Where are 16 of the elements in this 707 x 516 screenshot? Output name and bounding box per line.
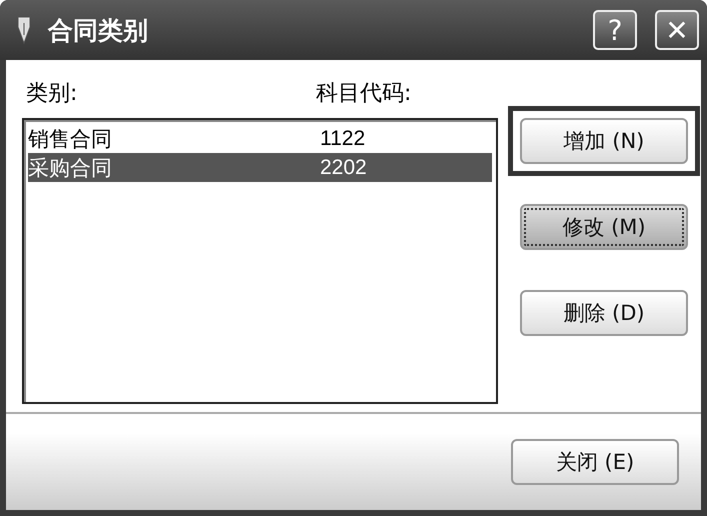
- close-dialog-button[interactable]: 关闭 (E): [511, 439, 679, 485]
- action-button[interactable]: 增加 (N): [520, 118, 688, 164]
- column-label: 科目代码:: [316, 80, 412, 108]
- column-label: 类别:: [25, 80, 78, 108]
- category-list[interactable]: 销售合同 1122 采购合同 2202: [22, 118, 498, 404]
- window-title: 合同类别: [48, 14, 148, 46]
- list-row[interactable]: 销售合同 1122: [28, 124, 492, 153]
- action-button[interactable]: 删除 (D): [520, 290, 688, 336]
- action-button[interactable]: 修改 (M): [520, 204, 688, 250]
- category-name: 销售合同: [28, 126, 113, 152]
- account-code: 2202: [320, 156, 367, 180]
- list-row[interactable]: 采购合同 2202: [28, 153, 492, 182]
- title-bar-button[interactable]: ✕: [655, 10, 699, 50]
- category-name: 采购合同: [28, 154, 113, 182]
- title-bar-button[interactable]: ?: [593, 10, 637, 50]
- account-code: 1122: [320, 126, 366, 150]
